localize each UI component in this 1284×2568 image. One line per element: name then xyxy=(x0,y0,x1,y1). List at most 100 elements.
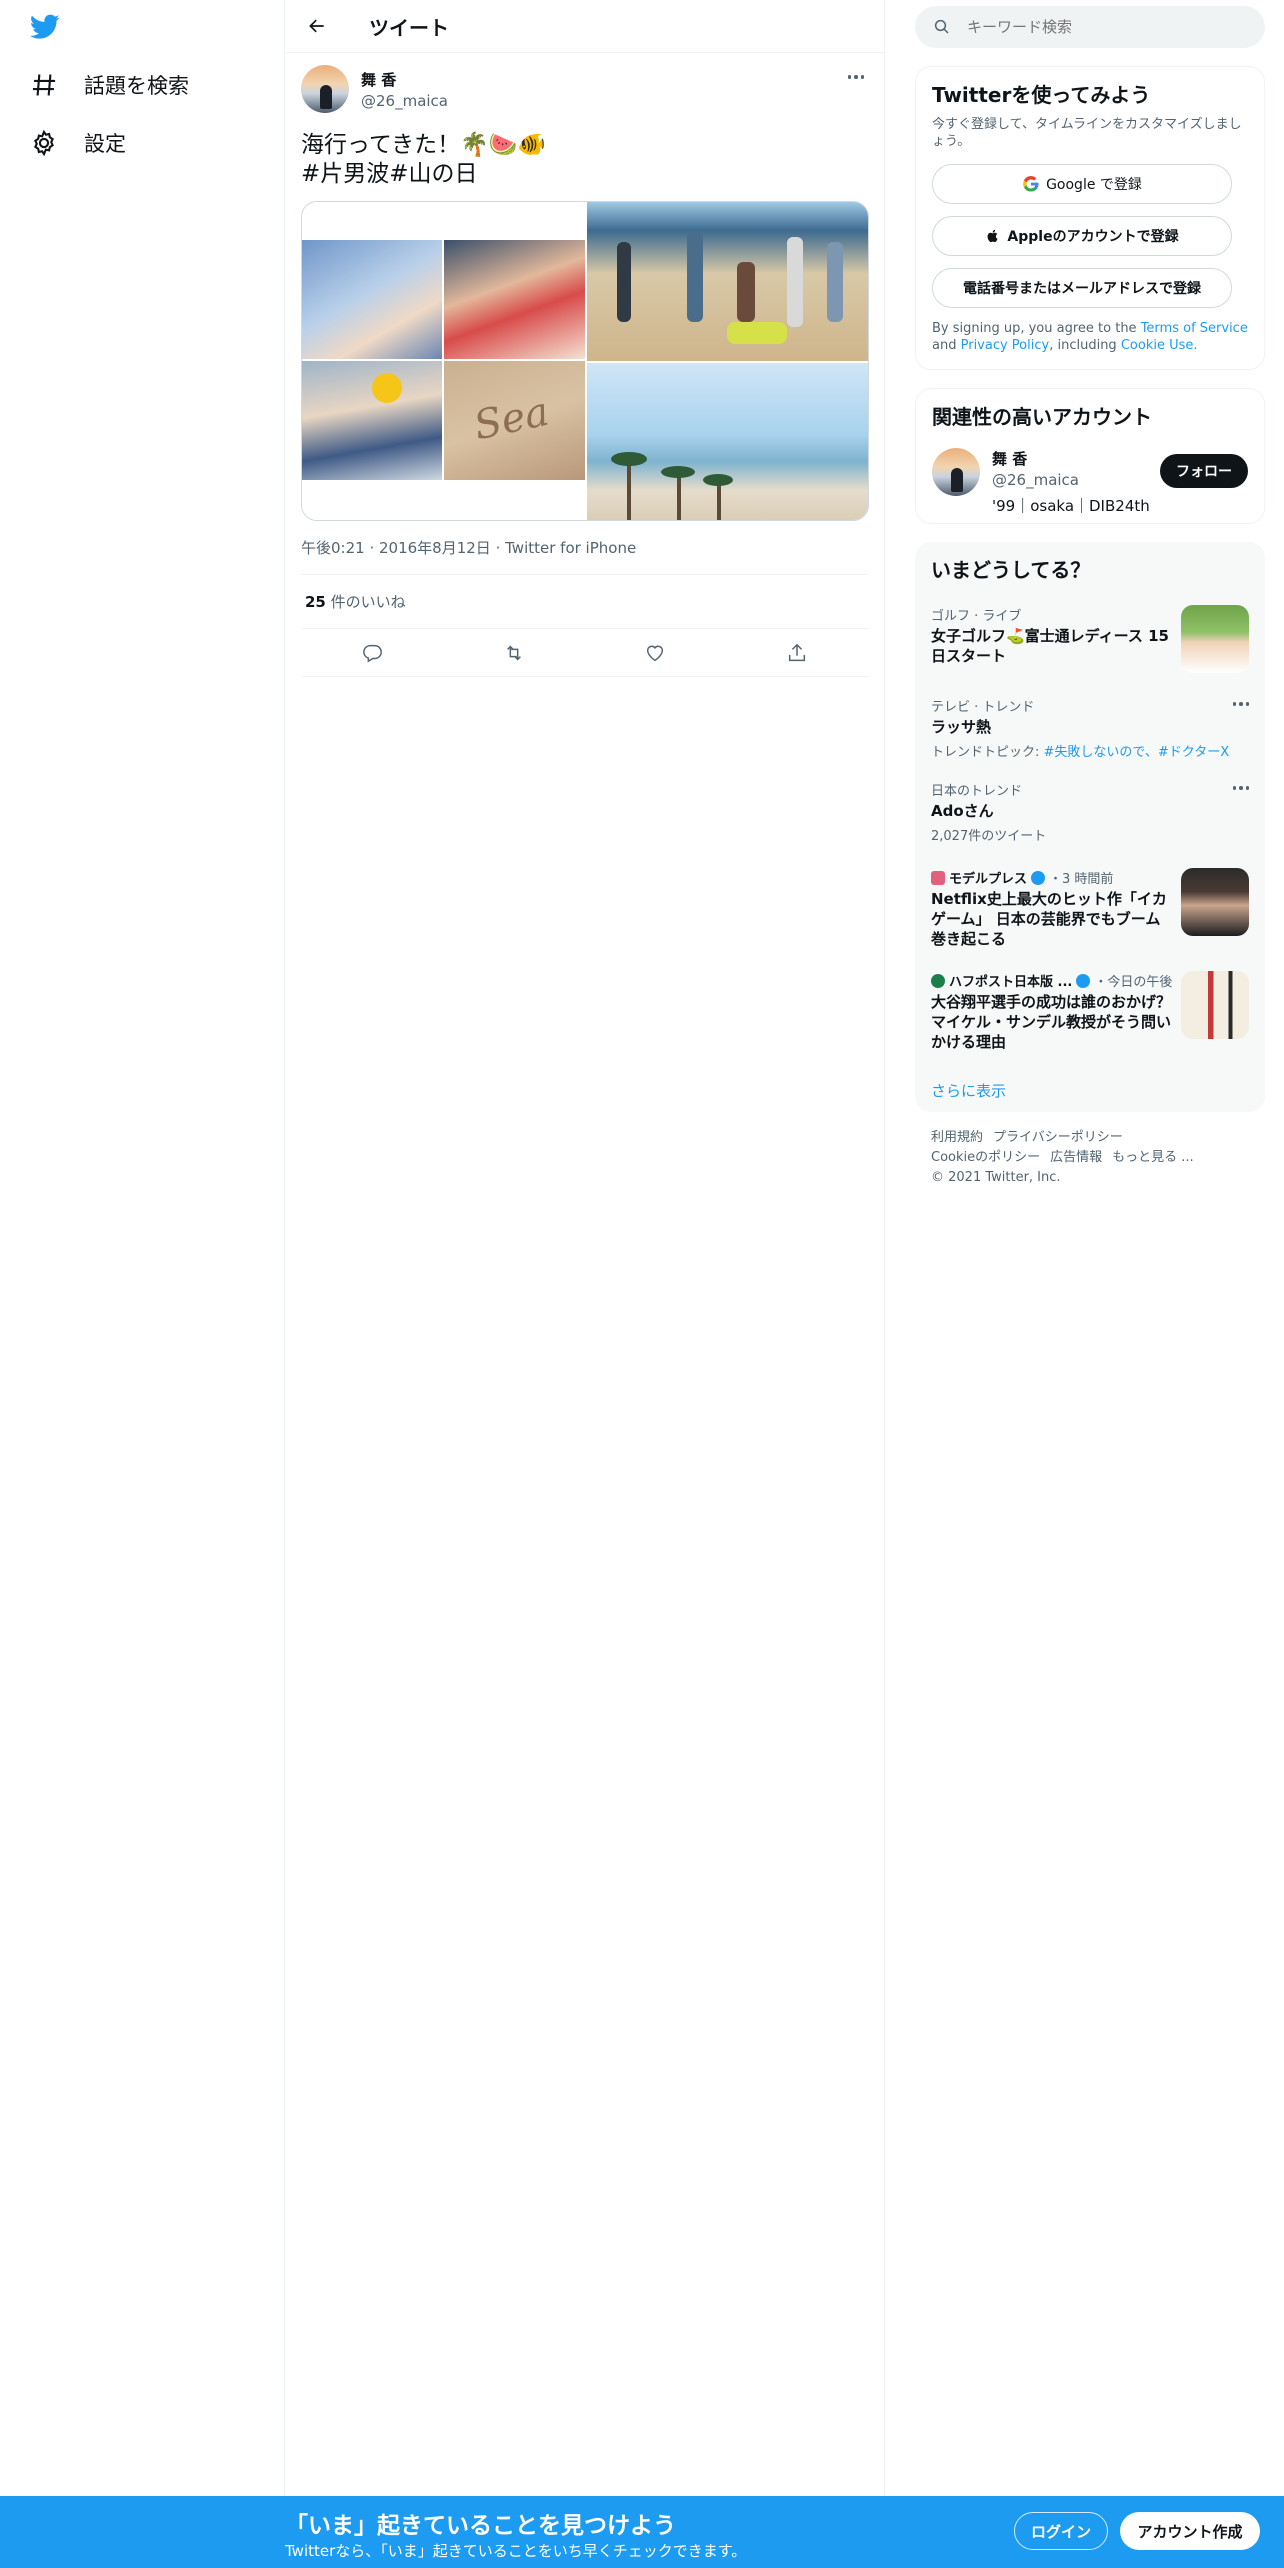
verified-badge-icon xyxy=(1031,870,1046,885)
hashtag-link[interactable]: #片男波 xyxy=(301,161,389,187)
avatar[interactable] xyxy=(932,448,980,496)
tweet-time[interactable]: 午後0:21 xyxy=(301,539,365,557)
cookie-link[interactable]: Cookie Use. xyxy=(1121,338,1198,353)
nav-explore-label: 話題を検索 xyxy=(84,74,189,98)
banner-subtitle: Twitterなら、「いま」起きていることをいち早くチェックできます。 xyxy=(285,2542,747,2560)
tweet-author: 舞 香 @26_maica xyxy=(301,65,868,117)
search-input[interactable] xyxy=(967,18,1247,36)
tweet-photo-beach-palms[interactable] xyxy=(587,363,868,520)
more-options-icon[interactable] xyxy=(1232,780,1249,790)
tweet-client: Twitter for iPhone xyxy=(505,539,637,557)
news-time: ・3 時間前 xyxy=(1049,872,1114,887)
trend-hashtags[interactable]: #失敗しないので、#ドクターX xyxy=(1044,745,1230,760)
show-more-link[interactable]: さらに表示 xyxy=(931,1080,1249,1101)
news-item[interactable]: モデルプレス ・3 時間前 Netflix史上最大のヒット作「イカゲーム」 日本… xyxy=(931,868,1249,949)
search-box[interactable] xyxy=(915,6,1265,48)
author-name[interactable]: 舞 香 xyxy=(361,69,448,90)
footer-link[interactable]: 利用規約 xyxy=(931,1130,983,1145)
news-title: Netflix史上最大のヒット作「イカゲーム」 日本の芸能界でもブーム巻き起こる xyxy=(931,890,1167,948)
phone-email-signup-button[interactable]: 電話番号またはメールアドレスで登録 xyxy=(932,268,1232,308)
footer-link[interactable]: 広告情報 xyxy=(1050,1150,1102,1165)
trend-title: ラッサ熱 xyxy=(931,718,992,736)
trend-detail: 2,027件のツイート xyxy=(931,829,1047,844)
apple-signup-button[interactable]: Appleのアカウントで登録 xyxy=(932,216,1232,256)
tweet-photo-beach-group[interactable] xyxy=(587,202,868,361)
tweet-text-line: 海行ってきた！🌴🍉🐠 xyxy=(301,132,547,158)
legal-text: By signing up, you agree to the xyxy=(932,321,1137,336)
trend-category: テレビ · トレンド xyxy=(931,700,1035,715)
trend-item[interactable]: 日本のトレンド Adoさん 2,027件のツイート xyxy=(931,780,1249,844)
source-logo-icon xyxy=(931,870,945,885)
left-nav: 話題を検索 設定 xyxy=(0,0,285,2496)
trend-title: 女子ゴルフ⛳富士通レディース 15日スタート xyxy=(931,627,1169,665)
phone-signup-label: 電話番号またはメールアドレスで登録 xyxy=(963,281,1201,297)
footer-links: 利用規約 プライバシーポリシー Cookieのポリシー 広告情報 もっと見る ... … xyxy=(931,1128,1251,1188)
signup-subtitle: 今すぐ登録して、タイムラインをカスタマイズしましょう。 xyxy=(932,117,1242,149)
google-icon xyxy=(1023,176,1039,192)
nav-settings[interactable]: 設定 xyxy=(30,128,126,158)
follow-button[interactable]: フォロー xyxy=(1160,454,1248,488)
trends-panel: いまどうしてる？ ゴルフ · ライブ 女子ゴルフ⛳富士通レディース 15日スター… xyxy=(915,542,1265,1112)
signup-title: Twitterを使ってみよう xyxy=(932,83,1151,107)
verified-badge-icon xyxy=(1076,973,1091,988)
collage-cell xyxy=(302,361,442,480)
legal-text: and xyxy=(932,338,957,353)
footer-link[interactable]: もっと見る ... xyxy=(1112,1150,1194,1165)
tweet: 舞 香 @26_maica 海行ってきた！🌴🍉🐠 #片男波#山の日 Sea 午後… xyxy=(285,53,884,677)
trend-thumbnail xyxy=(1181,605,1249,673)
banner-title: 「いま」起きていることを見つけよう xyxy=(285,2513,676,2539)
account-name[interactable]: 舞 香 xyxy=(992,448,1150,469)
like-label: 件のいいね xyxy=(330,593,406,611)
share-icon[interactable] xyxy=(786,642,808,664)
news-thumbnail xyxy=(1181,971,1249,1039)
main-header: ツイート xyxy=(285,0,884,53)
reply-icon[interactable] xyxy=(361,642,383,664)
more-options-icon[interactable] xyxy=(1232,696,1249,706)
twitter-logo-icon[interactable] xyxy=(30,14,66,44)
signup-panel: Twitterを使ってみよう 今すぐ登録して、タイムラインをカスタマイズしましょ… xyxy=(915,66,1265,370)
avatar[interactable] xyxy=(301,65,349,113)
copyright: © 2021 Twitter, Inc. xyxy=(931,1170,1061,1185)
retweet-icon[interactable] xyxy=(503,642,525,664)
sand-writing: Sea xyxy=(470,388,553,450)
trend-item[interactable]: テレビ · トレンド ラッサ熱 トレンドトピック: #失敗しないので、#ドクター… xyxy=(931,696,1249,760)
trends-title: いまどうしてる？ xyxy=(931,558,1091,582)
signup-legal: By signing up, you agree to the Terms of… xyxy=(932,320,1248,354)
tweet-meta: 午後0:21 · 2016年8月12日 · Twitter for iPhone xyxy=(301,537,868,575)
create-account-button[interactable]: アカウント作成 xyxy=(1120,2512,1260,2550)
relevant-accounts-panel: 関連性の高いアカウント 舞 香 @26_maica '99｜osaka｜DIB2… xyxy=(915,388,1265,524)
apple-signup-label: Appleのアカウントで登録 xyxy=(1007,229,1179,245)
sticker-icon xyxy=(372,373,402,403)
collage-cell xyxy=(444,240,585,359)
privacy-link[interactable]: Privacy Policy xyxy=(961,338,1050,353)
news-title: 大谷翔平選手の成功は誰のおかげ？ マイケル・サンデル教授がそう問いかける理由 xyxy=(931,993,1172,1051)
terms-link[interactable]: Terms of Service xyxy=(1141,321,1248,336)
account-handle[interactable]: @26_maica xyxy=(992,471,1150,489)
hashtag-icon xyxy=(32,74,56,96)
google-signup-label: Google で登録 xyxy=(1046,177,1142,193)
account-card[interactable]: 舞 香 @26_maica '99｜osaka｜DIB24th フォロー xyxy=(932,448,1248,516)
page: 話題を検索 設定 ツイート 舞 香 @26_maica 海行ってきた！🌴🍉🐠 #… xyxy=(0,0,1284,2568)
login-button[interactable]: ログイン xyxy=(1014,2512,1108,2550)
source-logo-icon xyxy=(931,973,945,988)
like-heart-icon[interactable] xyxy=(644,642,666,664)
footer-link[interactable]: Cookieのポリシー xyxy=(931,1150,1040,1165)
more-options-icon[interactable] xyxy=(844,67,868,87)
tweet-photo-collage[interactable]: Sea xyxy=(302,202,585,520)
legal-text: , including xyxy=(1049,338,1117,353)
trend-item[interactable]: ゴルフ · ライブ 女子ゴルフ⛳富士通レディース 15日スタート xyxy=(931,605,1249,673)
back-button[interactable] xyxy=(299,8,335,44)
google-signup-button[interactable]: Google で登録 xyxy=(932,164,1232,204)
news-item[interactable]: ハフポスト日本版 ... ・今日の午後 大谷翔平選手の成功は誰のおかげ？ マイケ… xyxy=(931,971,1249,1052)
news-time: ・今日の午後 xyxy=(1094,975,1173,990)
nav-explore[interactable]: 話題を検索 xyxy=(30,70,189,100)
collage-cell xyxy=(302,240,442,359)
source-name: ハフポスト日本版 ... xyxy=(949,975,1073,990)
tweet-media-grid: Sea xyxy=(301,201,869,521)
author-handle[interactable]: @26_maica xyxy=(361,92,448,110)
tweet-text: 海行ってきた！🌴🍉🐠 #片男波#山の日 xyxy=(301,131,868,189)
likes-row[interactable]: 25 件のいいね xyxy=(301,575,868,629)
hashtag-link[interactable]: #山の日 xyxy=(389,161,477,187)
footer-link[interactable]: プライバシーポリシー xyxy=(993,1130,1123,1145)
tweet-date[interactable]: 2016年8月12日 xyxy=(379,539,491,557)
